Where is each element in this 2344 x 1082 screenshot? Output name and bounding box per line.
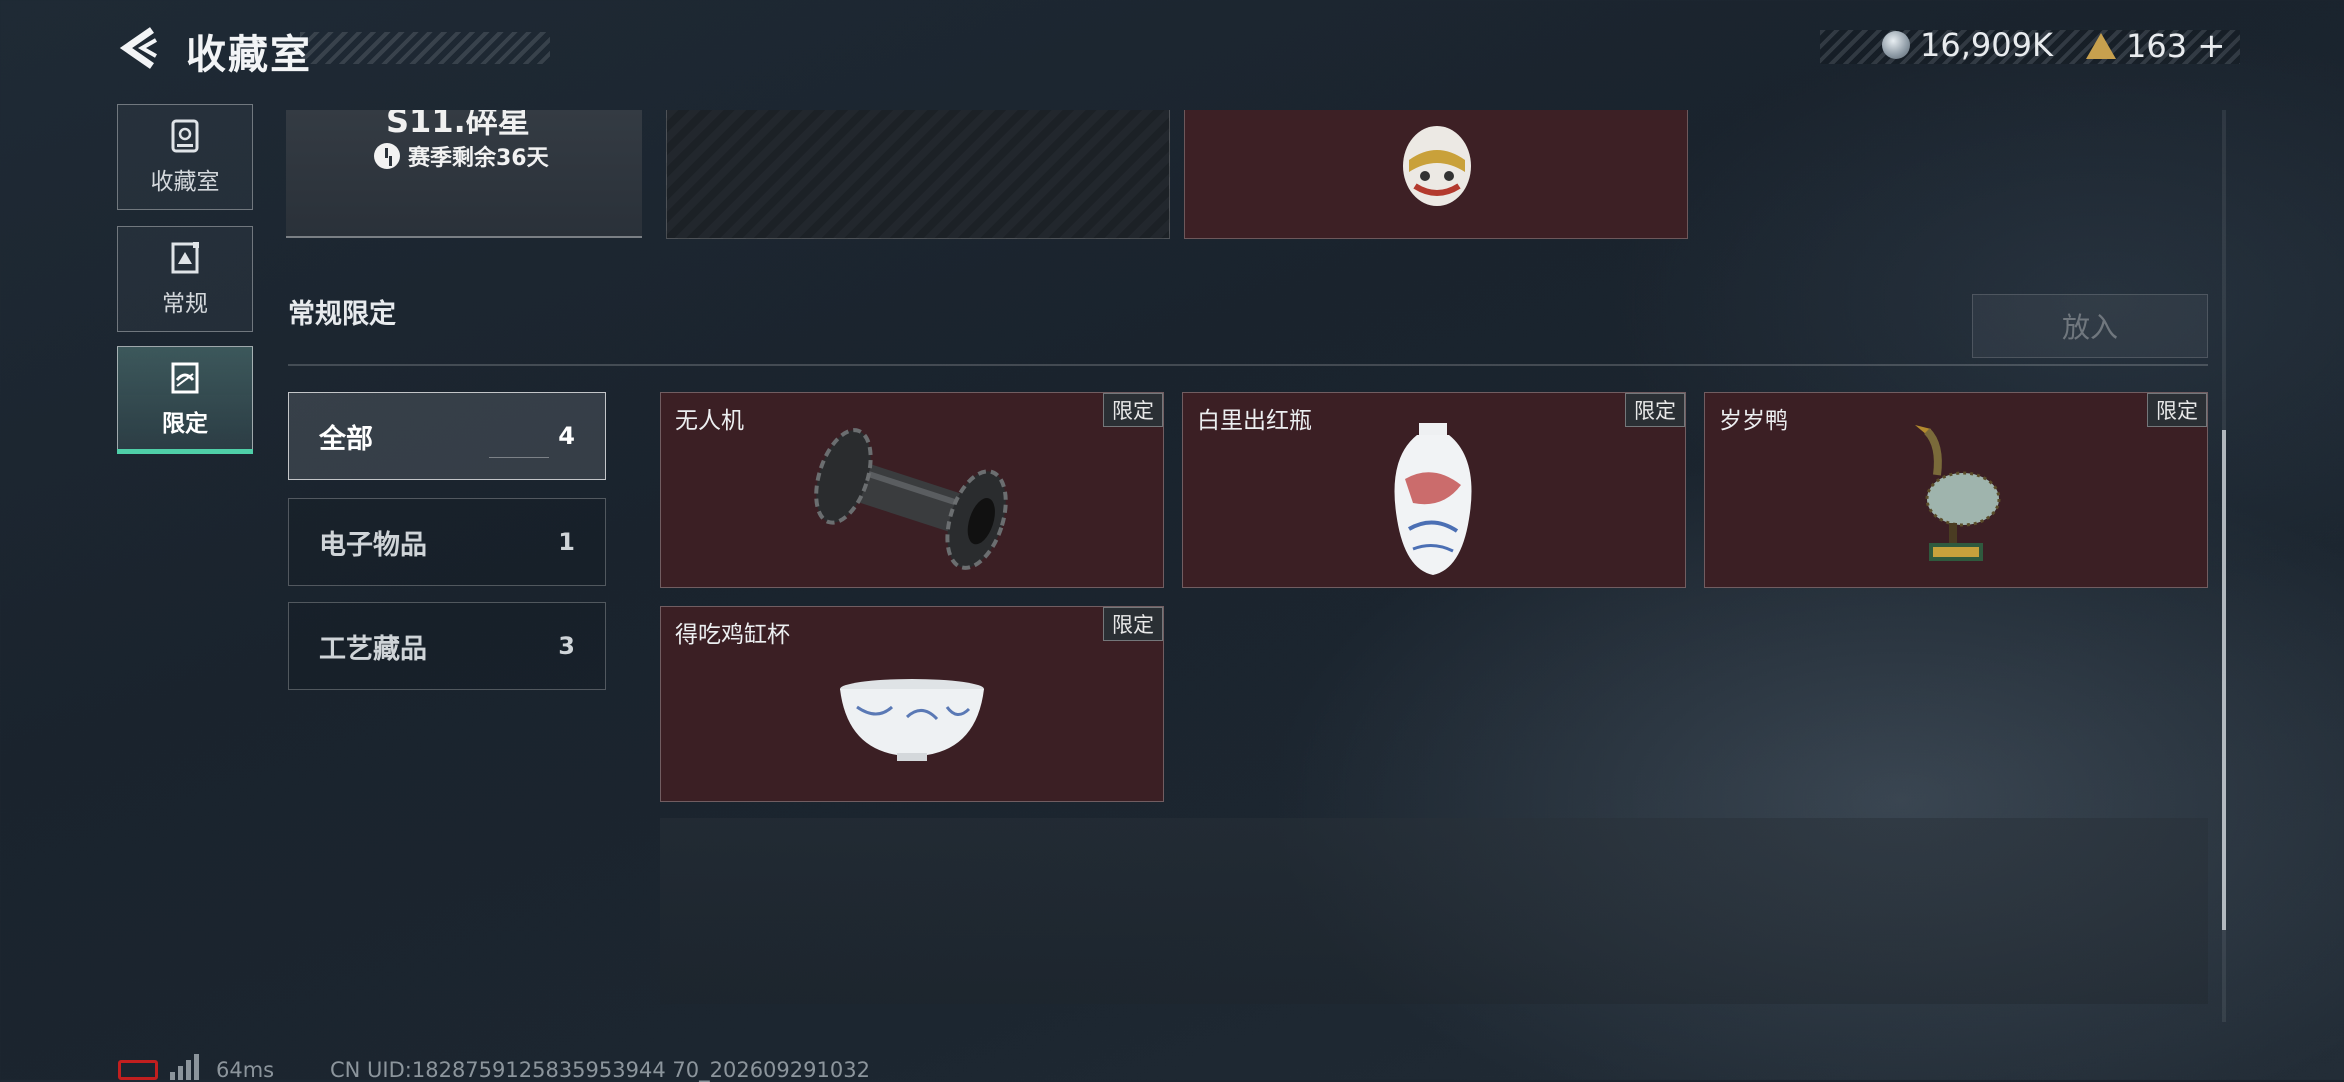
limited-tag: 限定 [1103, 607, 1163, 641]
item-name: 得吃鸡缸杯 [675, 622, 790, 648]
item-name: 岁岁鸭 [1719, 408, 1788, 434]
add-currency-button[interactable]: + [2197, 26, 2226, 66]
limited-tag: 限定 [1103, 393, 1163, 427]
category-count: 4 [490, 422, 575, 458]
section-divider [288, 364, 2208, 366]
season-name: S11.碎星 [386, 110, 530, 140]
battery-icon [118, 1060, 158, 1080]
item-card-duck[interactable]: 岁岁鸭 限定 [1704, 392, 2208, 588]
sidebar-item-label: 收藏室 [150, 169, 220, 195]
sidebar-active-indicator [117, 449, 253, 454]
currency-silver: 16,909K [1882, 26, 2053, 64]
item-card-drone[interactable]: 无人机 限定 [660, 392, 1164, 588]
gold-token-icon [2086, 33, 2116, 59]
sidebar-item-limited[interactable]: 限定 [117, 346, 253, 452]
category-label: 工艺藏品 [319, 633, 427, 665]
put-in-button[interactable]: 放入 [1972, 294, 2208, 358]
category-all[interactable]: 全部 4 [288, 392, 606, 480]
section-title: 常规限定 [288, 299, 396, 330]
drone-roller-icon [814, 428, 1008, 570]
season-remaining-text: 赛季剩余36天 [408, 146, 549, 171]
page-title: 收藏室 [186, 32, 312, 78]
sidebar-item-regular[interactable]: 常规 [117, 226, 253, 332]
category-crafts[interactable]: 工艺藏品 3 [288, 602, 606, 690]
uid-text: CN UID:1828759125835953944 70_2026092910… [330, 1058, 870, 1082]
back-arrow-icon[interactable] [116, 24, 164, 72]
porcelain-cup-icon [840, 679, 984, 761]
currency-gold[interactable]: 163 + [2086, 26, 2226, 66]
sidebar-item-label: 常规 [162, 291, 208, 317]
ornate-egg-icon [1403, 126, 1471, 206]
scrollbar-thumb[interactable] [2222, 430, 2226, 930]
season-card[interactable]: S11.碎星 赛季剩余36天 [286, 110, 642, 238]
category-label: 电子物品 [319, 529, 427, 561]
category-count: 3 [558, 632, 575, 660]
limited-icon [171, 362, 199, 394]
limited-tag: 限定 [2147, 393, 2207, 427]
sidebar-item-label: 限定 [162, 411, 208, 437]
signal-icon [170, 1054, 199, 1080]
category-count: 1 [558, 528, 575, 556]
category-label: 全部 [319, 423, 373, 455]
category-electronics[interactable]: 电子物品 1 [288, 498, 606, 586]
locked-collection-card[interactable] [666, 110, 1170, 239]
limited-tag: 限定 [1625, 393, 1685, 427]
collection-card-egg[interactable] [1184, 110, 1688, 239]
season-remaining: 赛季剩余36天 [374, 140, 549, 172]
item-name: 无人机 [675, 408, 744, 434]
item-card-cup[interactable]: 得吃鸡缸杯 限定 [660, 606, 1164, 802]
title-decoration [300, 32, 550, 64]
bronze-duck-icon [1915, 425, 2001, 561]
sidebar-item-collection[interactable]: 收藏室 [117, 104, 253, 210]
empty-grid-area [660, 818, 2208, 1004]
item-name: 白里出红瓶 [1197, 408, 1312, 434]
item-card-vase[interactable]: 白里出红瓶 限定 [1182, 392, 1686, 588]
porcelain-vase-icon [1394, 423, 1472, 575]
silver-coin-icon [1882, 31, 1910, 59]
currency-gold-value: 163 [2126, 27, 2188, 65]
clock-icon [374, 143, 400, 169]
vault-icon [171, 119, 199, 153]
currency-silver-value: 16,909K [1920, 26, 2053, 64]
content-scroll-area[interactable]: S11.碎星 赛季剩余36天 常规限定 放入 全部 4 电子物品 1 工艺藏品 … [286, 110, 2208, 1025]
picture-card-icon [171, 242, 199, 274]
ping-value: 64ms [216, 1058, 275, 1082]
